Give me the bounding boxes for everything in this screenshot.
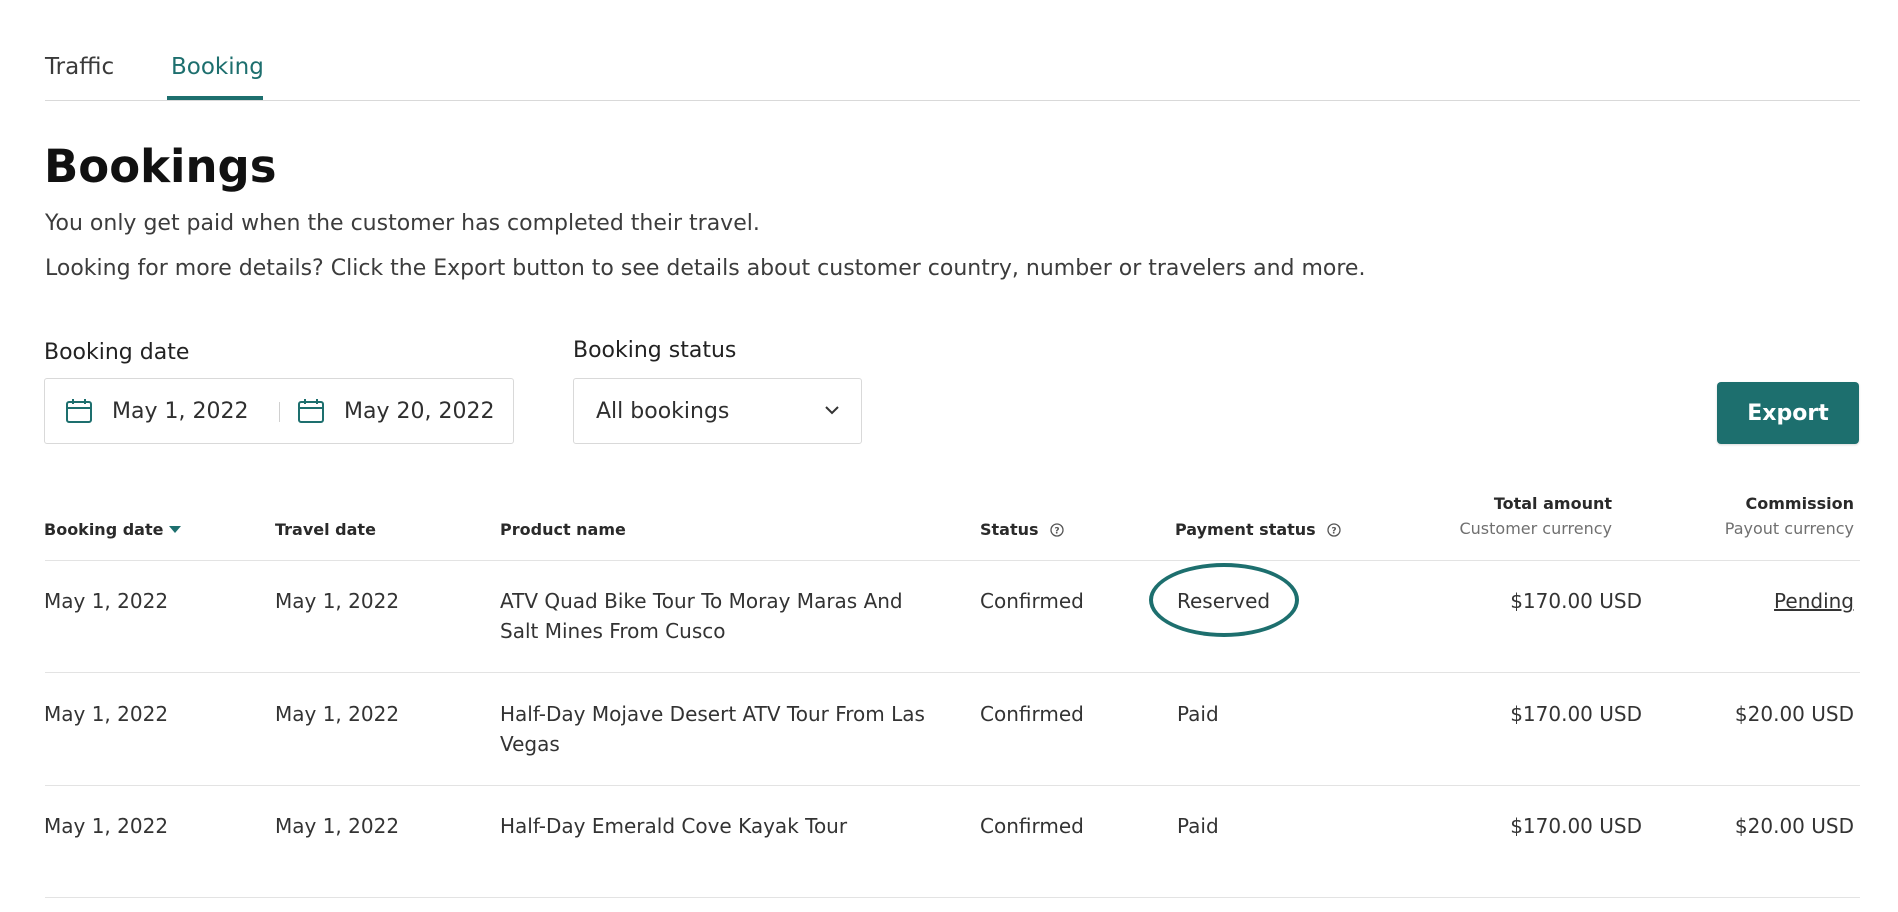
date-to-value: May 20, 2022 <box>344 398 495 424</box>
cell-total-amount: $170.00 USD <box>1510 702 1642 726</box>
cell-travel-date: May 1, 2022 <box>275 814 400 838</box>
column-header-booking-date[interactable]: Booking date <box>44 520 182 539</box>
cell-payment-status: Paid <box>1177 814 1219 838</box>
table-divider <box>45 897 1860 898</box>
cell-payment-status: Paid <box>1177 702 1219 726</box>
cell-booking-date: May 1, 2022 <box>44 702 169 726</box>
cell-status: Confirmed <box>980 702 1084 726</box>
column-header-total-amount: Total amount Customer currency <box>1459 494 1612 538</box>
table-divider <box>45 785 1860 786</box>
date-range-separator <box>279 402 280 422</box>
page-title: Bookings <box>44 140 277 193</box>
column-header-sublabel: Customer currency <box>1459 519 1612 538</box>
column-header-product-name: Product name <box>500 520 626 539</box>
cell-commission: $20.00 USD <box>1734 702 1854 726</box>
export-button[interactable]: Export <box>1717 382 1859 444</box>
column-header-status: Status ? <box>980 520 1064 539</box>
column-header-label: Status <box>980 520 1039 539</box>
date-from-field[interactable]: May 1, 2022 <box>65 379 248 443</box>
bookings-page: Traffic Booking Bookings You only get pa… <box>0 0 1898 912</box>
column-header-payment-status: Payment status ? <box>1175 520 1341 539</box>
help-icon[interactable]: ? <box>1327 523 1341 537</box>
date-from-value: May 1, 2022 <box>112 398 249 424</box>
cell-booking-date: May 1, 2022 <box>44 589 169 613</box>
booking-date-label: Booking date <box>44 340 190 365</box>
svg-text:?: ? <box>1054 527 1059 537</box>
cell-total-amount: $170.00 USD <box>1510 814 1642 838</box>
cell-travel-date: May 1, 2022 <box>275 702 400 726</box>
column-header-label: Commission <box>1745 494 1854 513</box>
booking-status-select[interactable]: All bookings <box>573 378 862 444</box>
booking-status-value: All bookings <box>596 398 730 424</box>
cell-status: Confirmed <box>980 814 1084 838</box>
highlight-circle-annotation <box>1149 563 1299 637</box>
calendar-icon <box>66 399 92 423</box>
column-header-label: Booking date <box>44 520 164 539</box>
cell-commission-pending-link[interactable]: Pending <box>1774 586 1854 616</box>
page-description-payment: You only get paid when the customer has … <box>45 211 760 236</box>
help-icon[interactable]: ? <box>1050 523 1064 537</box>
page-description-export: Looking for more details? Click the Expo… <box>45 256 1366 281</box>
calendar-icon <box>298 399 324 423</box>
cell-product-name[interactable]: Half-Day Mojave Desert ATV Tour From Las… <box>500 699 930 759</box>
column-header-commission: Commission Payout currency <box>1725 494 1854 538</box>
booking-status-label: Booking status <box>573 338 737 363</box>
column-header-label: Total amount <box>1493 494 1612 513</box>
date-to-field[interactable]: May 20, 2022 <box>297 379 494 443</box>
cell-product-name[interactable]: ATV Quad Bike Tour To Moray Maras And Sa… <box>500 586 930 646</box>
sort-desc-icon <box>169 526 182 533</box>
tab-booking[interactable]: Booking <box>171 54 264 80</box>
cell-total-amount: $170.00 USD <box>1510 589 1642 613</box>
column-header-sublabel: Payout currency <box>1724 519 1854 538</box>
booking-date-range-picker[interactable]: May 1, 2022 May 20, 2022 <box>44 378 514 444</box>
table-divider <box>45 560 1860 561</box>
cell-commission: $20.00 USD <box>1734 814 1854 838</box>
cell-status: Confirmed <box>980 589 1084 613</box>
cell-booking-date: May 1, 2022 <box>44 814 169 838</box>
tab-bar: Traffic Booking <box>45 48 1860 101</box>
tab-traffic[interactable]: Traffic <box>45 54 114 80</box>
column-header-label: Payment status <box>1175 520 1316 539</box>
table-divider <box>45 672 1860 673</box>
active-tab-indicator <box>167 96 263 100</box>
cell-product-name[interactable]: Half-Day Emerald Cove Kayak Tour <box>500 811 930 841</box>
cell-travel-date: May 1, 2022 <box>275 589 400 613</box>
column-header-travel-date: Travel date <box>275 520 376 539</box>
chevron-down-icon <box>825 406 839 415</box>
svg-text:?: ? <box>1332 527 1337 537</box>
